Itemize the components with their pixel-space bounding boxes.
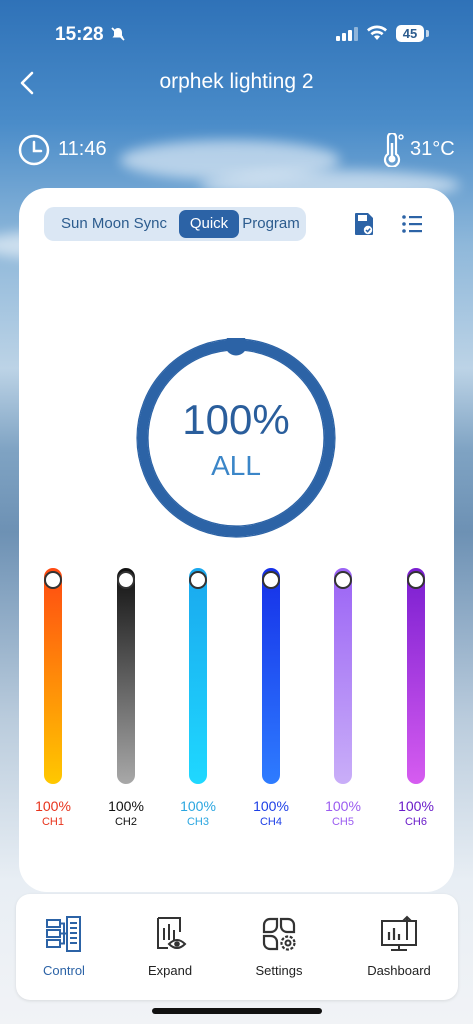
ch5-slider[interactable] [334,568,352,784]
ch2-slider[interactable] [117,568,135,784]
nav-control-label: Control [43,963,85,978]
dial-knob[interactable] [225,333,247,356]
ch5-slider-knob[interactable] [334,571,352,589]
page-title: orphek lighting 2 [159,70,314,93]
tab-program[interactable]: Program [238,210,304,238]
tab-quick[interactable]: Quick [179,210,239,238]
expand-icon [157,917,187,949]
control-card: Sun Moon Sync Quick Program 100% ALL 100… [19,188,454,892]
bell-muted-icon [110,26,126,47]
nav-control[interactable]: Control [14,914,114,978]
ch3-slider-knob[interactable] [189,571,207,589]
channel-sliders: 100% CH1 100% CH2 100% CH3 100% CH4 100%… [19,568,454,828]
ch4-label: CH4 [259,816,282,828]
ch3-percent: 100% [180,798,216,814]
battery-cap [426,30,429,37]
mode-tabs: Sun Moon Sync Quick Program [44,207,306,241]
status-time: 15:28 [55,24,104,45]
nav-dashboard[interactable]: Dashboard [349,914,449,978]
temperature-value: 31°C [410,138,455,160]
dashboard-icon [381,915,417,951]
ch6-slider[interactable] [407,568,425,784]
nav-expand[interactable]: Expand [120,914,220,978]
save-icon[interactable] [354,212,374,241]
dial-value: 100% [182,396,290,443]
ch4-slider-knob[interactable] [262,571,280,589]
ch5-label: CH5 [331,816,354,828]
ch6-slider-knob[interactable] [407,571,425,589]
ch2-label: CH2 [114,816,137,828]
ch2-percent: 100% [108,798,144,814]
ch6-percent: 100% [398,798,434,814]
tab-sun-moon-sync[interactable]: Sun Moon Sync [48,210,180,238]
device-time: 11:46 [58,138,107,160]
ch1-slider[interactable] [44,568,62,784]
ch6-label: CH6 [404,816,427,828]
ch2-slider-knob[interactable] [117,571,135,589]
nav-expand-label: Expand [147,963,193,978]
ch4-percent: 100% [253,798,289,814]
ch4-slider[interactable] [262,568,280,784]
ch3-label: CH3 [186,816,209,828]
ch1-label: CH1 [41,816,64,828]
nav-settings[interactable]: Settings [229,914,329,978]
battery-indicator: 45 [396,25,424,42]
home-indicator [152,1008,322,1014]
nav-dashboard-label: Dashboard [367,963,431,978]
list-icon[interactable] [401,214,423,239]
status-bar: 15:28 45 [0,0,473,70]
master-dial[interactable]: 100% ALL [136,333,336,538]
cellular-signal-icon [336,27,358,46]
wifi-icon [366,25,388,46]
ch1-slider-knob[interactable] [44,571,62,589]
dial-label: ALL [211,450,261,481]
control-icon [46,916,81,952]
clock-icon [18,134,50,171]
ch1-percent: 100% [35,798,71,814]
ch3-slider[interactable] [189,568,207,784]
ch5-percent: 100% [325,798,361,814]
settings-icon [262,917,296,951]
bottom-nav: Control Expand Settings Dashboard [16,894,458,1000]
nav-settings-label: Settings [255,963,303,978]
thermometer-icon [380,131,404,172]
